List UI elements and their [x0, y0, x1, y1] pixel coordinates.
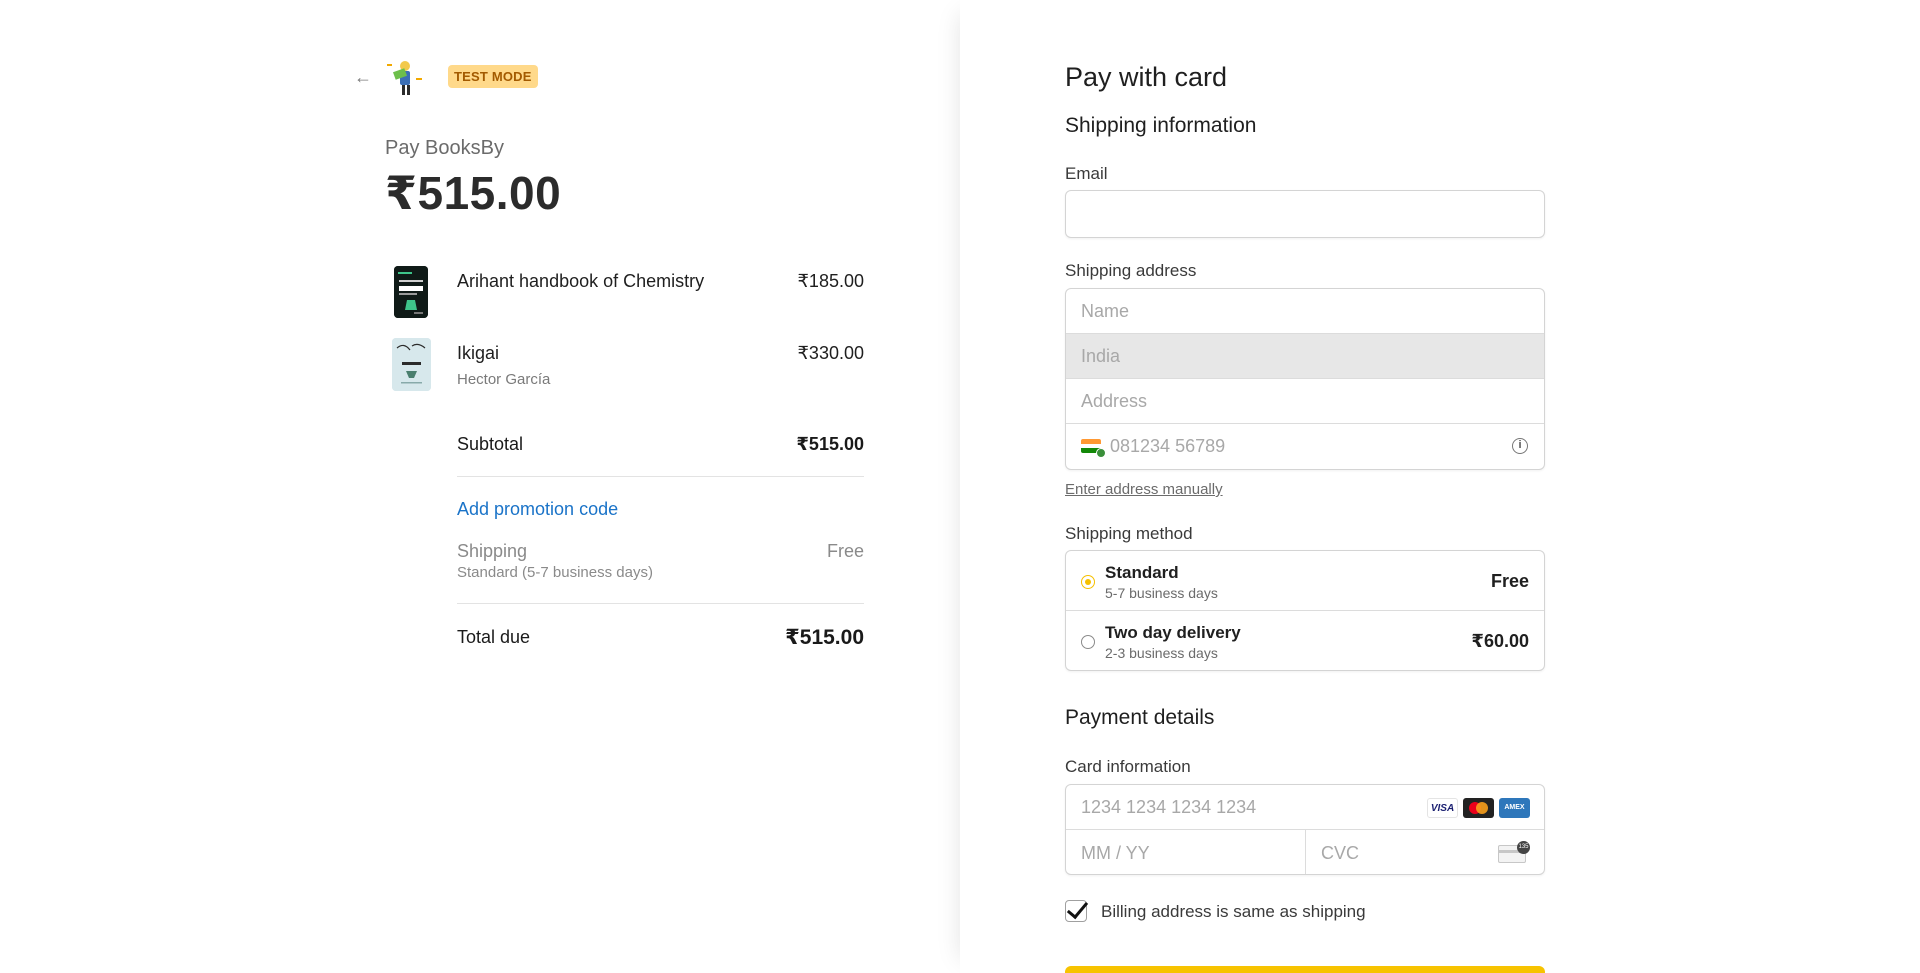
- shipping-label: Shipping: [457, 541, 528, 561]
- card-brand-icons: VISA AMEX: [1427, 798, 1530, 818]
- address-row: [1066, 379, 1544, 424]
- card-back-icon: 135: [1498, 841, 1530, 863]
- total-amount: ₹515.00: [385, 167, 562, 219]
- shipping-option-price: ₹60.00: [1471, 631, 1529, 651]
- total-due-label: Total due: [457, 627, 531, 647]
- shipping-option-standard[interactable]: Standard 5-7 business days Free: [1066, 551, 1544, 611]
- email-field[interactable]: [1065, 190, 1545, 238]
- payment-form-panel: Pay with card Shipping information Email…: [960, 0, 1920, 973]
- subtotal-label: Subtotal: [457, 434, 524, 454]
- amex-icon: AMEX: [1499, 798, 1530, 818]
- line-item-author: Hector García: [457, 371, 551, 388]
- back-arrow-icon[interactable]: ←: [354, 66, 376, 88]
- shipping-option-title: Two day delivery: [1105, 623, 1241, 642]
- card-information-label: Card information: [1065, 757, 1191, 776]
- expiry-row: [1066, 830, 1306, 874]
- total-due-value: ₹515.00: [785, 626, 864, 649]
- shipping-address-group: India i: [1065, 288, 1545, 470]
- cvc-input[interactable]: [1321, 830, 1501, 874]
- shipping-method-group: Standard 5-7 business days Free Two day …: [1065, 550, 1545, 671]
- phone-input[interactable]: [1110, 424, 1544, 469]
- name-input[interactable]: [1081, 289, 1544, 334]
- info-icon[interactable]: i: [1512, 438, 1528, 454]
- shipping-option-two-day[interactable]: Two day delivery 2-3 business days ₹60.0…: [1066, 611, 1544, 670]
- billing-same-checkbox[interactable]: [1065, 900, 1087, 922]
- payment-details-heading: Payment details: [1065, 706, 1215, 729]
- order-summary-panel: ← TEST MODE Pay BooksBy ₹515.00 Arihant …: [0, 0, 960, 973]
- billing-same-label: Billing address is same as shipping: [1101, 902, 1366, 921]
- line-item-price: ₹330.00: [797, 343, 864, 363]
- shipping-description: Standard (5-7 business days): [457, 564, 653, 581]
- add-promotion-code-link[interactable]: Add promotion code: [457, 499, 618, 520]
- line-item-name: Arihant handbook of Chemistry: [457, 271, 705, 291]
- verified-check-icon: [1096, 448, 1106, 458]
- shipping-value: Free: [826, 541, 864, 561]
- expiry-input[interactable]: [1081, 830, 1261, 874]
- enter-address-manually-link[interactable]: Enter address manually: [1065, 481, 1223, 498]
- line-item-name: Ikigai: [457, 343, 500, 363]
- country-value: India: [1081, 346, 1121, 366]
- shipping-info-heading: Shipping information: [1065, 114, 1257, 137]
- cvc-badge: 135: [1517, 841, 1530, 854]
- cvc-row: 135: [1306, 830, 1544, 874]
- radio-selected-icon[interactable]: [1081, 575, 1095, 589]
- line-item-price: ₹185.00: [797, 271, 864, 291]
- visa-icon: VISA: [1427, 798, 1458, 818]
- radio-unselected-icon[interactable]: [1081, 635, 1095, 649]
- ikigai-book-thumbnail: [392, 338, 431, 391]
- subtotal-value: ₹515.00: [796, 434, 864, 454]
- shipping-option-subtitle: 5-7 business days: [1105, 585, 1218, 601]
- card-number-input[interactable]: [1081, 785, 1421, 830]
- shipping-address-label: Shipping address: [1065, 261, 1197, 280]
- shipping-option-subtitle: 2-3 business days: [1105, 645, 1218, 661]
- country-select[interactable]: India: [1066, 334, 1544, 379]
- merchant-logo: [383, 58, 427, 98]
- name-row: [1066, 289, 1544, 334]
- page-title: Pay with card: [1065, 62, 1228, 92]
- chemistry-book-thumbnail: [394, 266, 428, 318]
- test-mode-badge: TEST MODE: [448, 65, 538, 88]
- address-input[interactable]: [1081, 379, 1544, 424]
- shipping-method-label: Shipping method: [1065, 524, 1193, 543]
- shipping-option-title: Standard: [1105, 563, 1179, 582]
- card-number-row: VISA AMEX: [1066, 785, 1544, 830]
- email-label: Email: [1065, 164, 1108, 183]
- pay-button[interactable]: [1065, 966, 1545, 973]
- summary-divider: [457, 476, 864, 477]
- card-information-group: VISA AMEX 135: [1065, 784, 1545, 875]
- mastercard-icon: [1463, 798, 1494, 818]
- summary-divider: [457, 603, 864, 604]
- merchant-name: Pay BooksBy: [385, 137, 504, 159]
- shipping-option-price: Free: [1490, 571, 1529, 591]
- phone-row: i: [1066, 424, 1544, 469]
